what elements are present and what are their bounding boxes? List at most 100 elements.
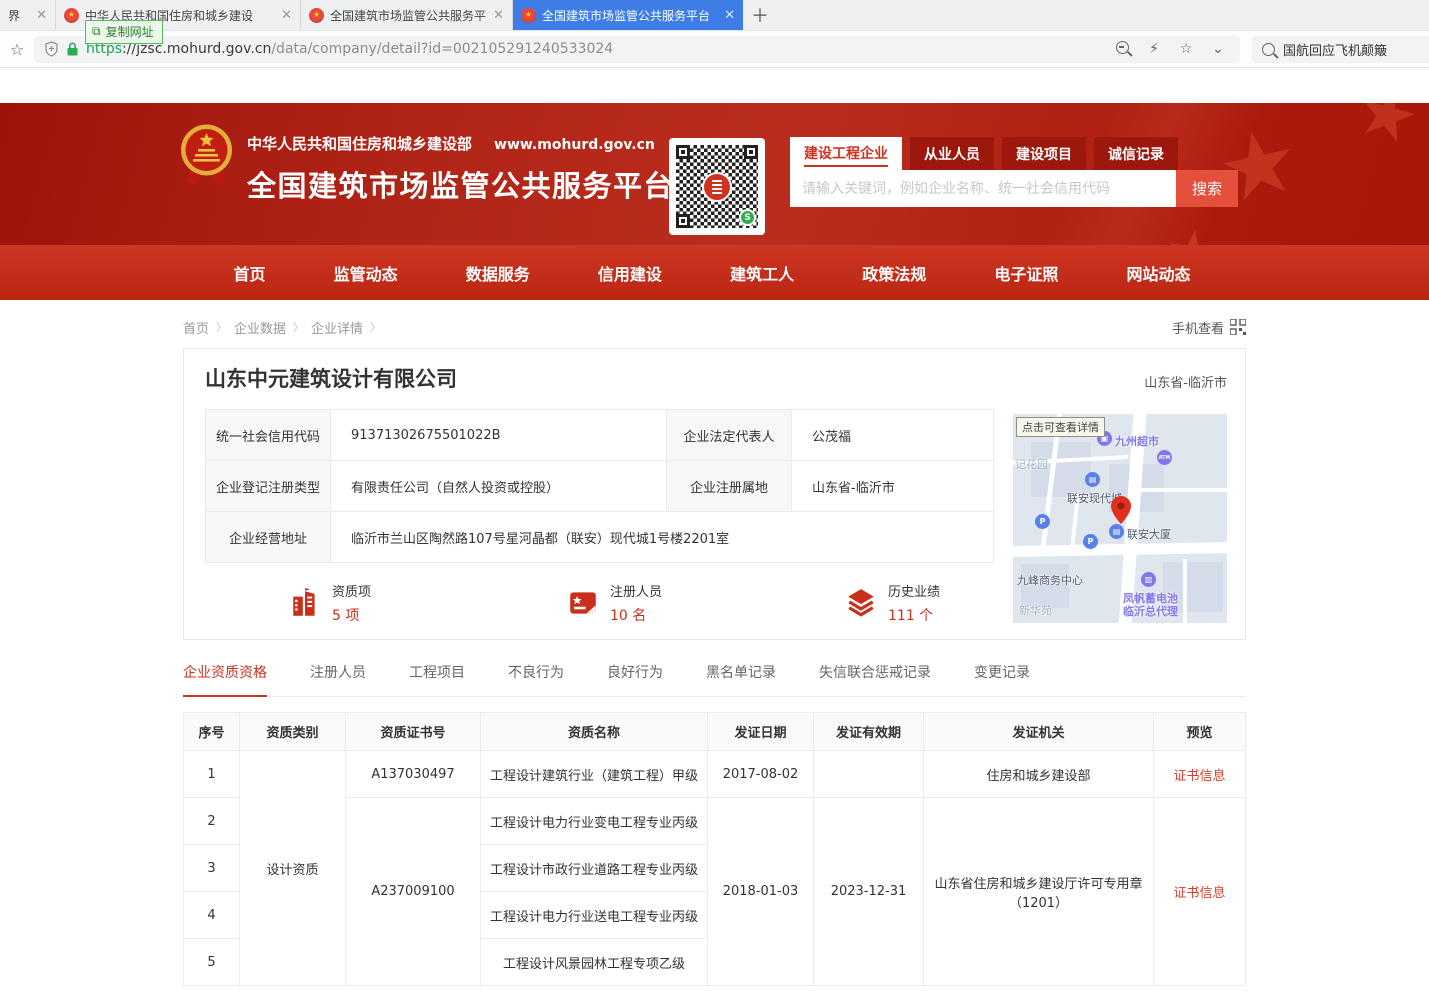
stat-label: 历史业绩 [888, 581, 940, 600]
building-icon [289, 587, 321, 619]
company-region: 山东省-临沂市 [1144, 372, 1227, 393]
star-icon[interactable]: ☆ [1174, 41, 1198, 57]
tab-change-records[interactable]: 变更记录 [974, 662, 1030, 696]
shield-icon[interactable] [44, 41, 59, 57]
nav-item-news[interactable]: 网站动态 [1126, 261, 1190, 285]
nav-item-data-service[interactable]: 数据服务 [466, 261, 530, 285]
emblem-favicon-icon [309, 8, 324, 23]
location-map[interactable]: 点击可查看详情 ▣ 九州超市 ATM 记花园 ▤ 联安现代城 ▤ 联安大厦 P … [1013, 414, 1227, 623]
site-header: ★ ★ ★ 中华人民共和国住房和城乡建设部 www.mohurd.gov.cn … [0, 103, 1429, 245]
breadcrumb-row: 首页〉 企业数据〉 企业详情〉 手机查看 [183, 300, 1246, 348]
search-tab-label: 建设项目 [1016, 144, 1072, 164]
map-label-xinhuayuan: 新华苑 [1019, 602, 1052, 618]
col-header-valid-until: 发证有效期 [814, 713, 924, 751]
close-icon[interactable]: ✕ [281, 9, 292, 22]
ministry-name: 中华人民共和国住房和城乡建设部 [247, 133, 472, 154]
zoom-out-icon[interactable] [1110, 41, 1134, 58]
quick-search-box[interactable]: 国航回应飞机颠簸 [1252, 36, 1429, 63]
new-tab-button[interactable]: ＋ [743, 0, 777, 30]
close-icon[interactable]: ✕ [493, 9, 504, 22]
company-stats: 资质项 5 项 注册人员 10 名 [289, 581, 995, 625]
emblem-favicon-icon [64, 8, 79, 23]
browser-tab-jzsc-1[interactable]: 全国建筑市场监管公共服务平台 ✕ [301, 0, 513, 30]
parking-icon: P [1035, 514, 1050, 529]
nav-item-credit[interactable]: 信用建设 [598, 261, 662, 285]
page-top-gap [0, 68, 1429, 103]
cell-cert-no: A237009100 [346, 798, 481, 986]
col-header-preview: 预览 [1154, 713, 1246, 751]
breadcrumb-company-data[interactable]: 企业数据 [234, 318, 286, 337]
col-header-no: 序号 [184, 713, 240, 751]
qr-pattern: S [676, 145, 758, 228]
layers-icon [845, 587, 877, 619]
tab-projects[interactable]: 工程项目 [409, 662, 465, 696]
search-tab-label: 建设工程企业 [804, 140, 888, 167]
content-container: 首页〉 企业数据〉 企业详情〉 手机查看 山东中元建筑设计有限公司 山东省-临沂… [183, 300, 1246, 986]
cell-no: 2 [184, 798, 240, 845]
stat-qualifications[interactable]: 资质项 5 项 [289, 581, 439, 625]
keyword-search-input[interactable] [790, 170, 1176, 207]
address-omnibox[interactable]: https://jzsc.mohurd.gov.cn/data/company/… [34, 36, 1240, 63]
copy-url-tooltip: ⧉ 复制网址 [85, 20, 163, 44]
mobile-view-button[interactable]: 手机查看 [1172, 318, 1246, 337]
search-tab-enterprise[interactable]: 建设工程企业 [790, 137, 902, 170]
parking-label: P [1088, 537, 1094, 546]
breadcrumb-home[interactable]: 首页 [183, 318, 209, 337]
close-icon[interactable]: ✕ [724, 9, 735, 22]
browser-tab-bar: 界 ✕ 中华人民共和国住房和城乡建设 ✕ 全国建筑市场监管公共服务平台 ✕ 全国… [0, 0, 1429, 31]
tab-blacklist[interactable]: 黑名单记录 [706, 662, 776, 696]
flash-icon[interactable]: ⚡ [1142, 41, 1166, 57]
search-tab-credit[interactable]: 诚信记录 [1094, 137, 1178, 170]
info-value-address: 临沂市兰山区陶然路107号星河晶都（联安）现代城1号楼2201室 [331, 512, 994, 563]
breadcrumb-company-detail[interactable]: 企业详情 [311, 318, 363, 337]
cell-preview: 证书信息 [1154, 798, 1246, 986]
certificate-info-link[interactable]: 证书信息 [1173, 886, 1225, 901]
info-value-legal-rep: 公茂福 [792, 410, 994, 461]
tab-bad-behavior[interactable]: 不良行为 [508, 662, 564, 696]
decor-star-icon: ★ [1161, 215, 1224, 245]
qr-code-icon [1230, 319, 1246, 335]
secure-lock-icon [67, 42, 78, 56]
tab-registered-personnel[interactable]: 注册人员 [310, 662, 366, 696]
col-header-category: 资质类别 [240, 713, 346, 751]
tab-label: 界 [8, 7, 20, 24]
parking-label: P [1040, 517, 1046, 526]
chevron-down-icon[interactable]: ⌄ [1206, 41, 1230, 57]
stat-registered-personnel[interactable]: 注册人员 10 名 [567, 581, 717, 625]
search-tab-label: 诚信记录 [1108, 144, 1164, 164]
mobile-view-label: 手机查看 [1172, 318, 1224, 337]
nav-item-home[interactable]: 首页 [234, 261, 266, 285]
company-summary-panel: 山东中元建筑设计有限公司 山东省-临沂市 统一社会信用代码 9137130267… [183, 348, 1246, 640]
qr-finder-icon [676, 145, 690, 159]
search-tab-project[interactable]: 建设项目 [1002, 137, 1086, 170]
url-text[interactable]: https://jzsc.mohurd.gov.cn/data/company/… [86, 41, 1102, 57]
cell-no: 5 [184, 939, 240, 986]
bookmark-star-icon[interactable]: ☆ [0, 40, 34, 59]
search-tab-personnel[interactable]: 从业人员 [910, 137, 994, 170]
stat-history-performance[interactable]: 历史业绩 111 个 [845, 581, 995, 625]
tab-dishonesty-records[interactable]: 失信联合惩戒记录 [819, 662, 931, 696]
main-navigation: 首页 监管动态 数据服务 信用建设 建筑工人 政策法规 电子证照 网站动态 [0, 245, 1429, 300]
nav-item-supervision[interactable]: 监管动态 [334, 261, 398, 285]
nav-item-policy[interactable]: 政策法规 [862, 261, 926, 285]
nav-item-workers[interactable]: 建筑工人 [730, 261, 794, 285]
certificate-info-link[interactable]: 证书信息 [1173, 769, 1225, 784]
header-qr-code: S [669, 138, 765, 235]
cell-cert-no: A137030497 [346, 751, 481, 798]
atm-poi-icon: ATM [1157, 450, 1172, 465]
close-icon[interactable]: ✕ [36, 9, 47, 22]
search-button[interactable]: 搜索 [1176, 170, 1238, 207]
tab-good-behavior[interactable]: 良好行为 [607, 662, 663, 696]
browser-tab-jzsc-active[interactable]: 全国建筑市场监管公共服务平台 ✕ [513, 0, 743, 30]
stat-value: 111 个 [888, 605, 940, 625]
nav-item-license[interactable]: 电子证照 [994, 261, 1058, 285]
qr-logo-icon [702, 172, 732, 202]
stat-label: 注册人员 [610, 581, 662, 600]
tab-qualifications[interactable]: 企业资质资格 [183, 662, 267, 697]
company-name: 山东中元建筑设计有限公司 [205, 363, 457, 393]
battery-poi-icon: ▥ [1141, 572, 1156, 587]
quick-search-text[interactable]: 国航回应飞机颠簸 [1283, 40, 1387, 59]
map-label-supermarket: 九州超市 [1115, 433, 1159, 449]
browser-tab-partial[interactable]: 界 ✕ [0, 0, 56, 30]
ministry-website: www.mohurd.gov.cn [494, 137, 655, 153]
